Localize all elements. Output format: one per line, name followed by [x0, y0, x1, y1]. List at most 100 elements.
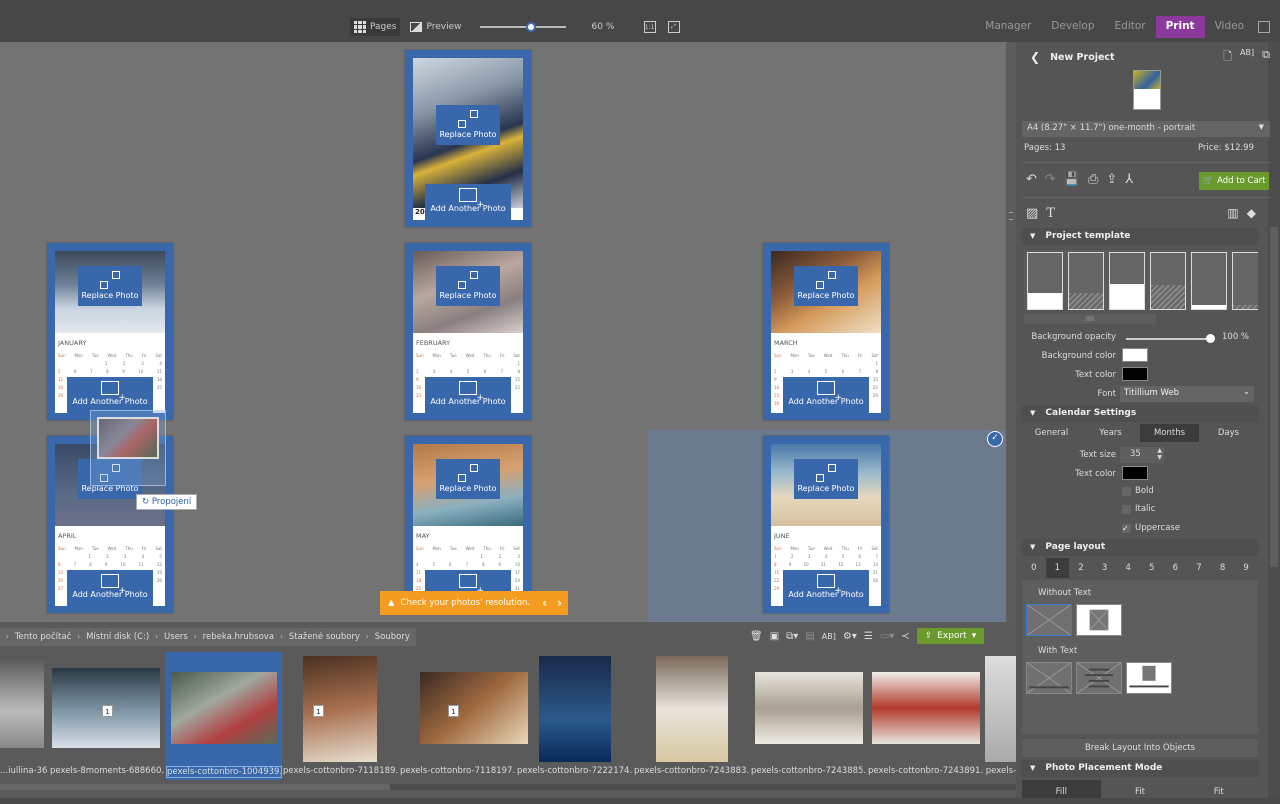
redo-icon[interactable]: ↷: [1045, 172, 1056, 187]
pdf-icon[interactable]: ⅄: [1125, 172, 1133, 187]
new-folder-icon[interactable]: ▣: [770, 631, 779, 642]
back-icon[interactable]: ❮: [1030, 50, 1040, 64]
filmstrip-scroll-thumb[interactable]: [0, 784, 390, 790]
filter-icon[interactable]: ☰: [864, 631, 873, 642]
filmstrip-thumb[interactable]: pexels-cottonbro-7243885...: [751, 652, 866, 780]
preview-view-button[interactable]: Preview: [406, 18, 465, 36]
stepper-icon[interactable]: ▲ ▼: [1157, 447, 1162, 461]
add-another-photo-button[interactable]: Add Another Photo: [425, 377, 511, 417]
template-thumb[interactable]: [1027, 252, 1063, 310]
mode-tab-print[interactable]: Print: [1155, 16, 1205, 38]
layout-framed-photo[interactable]: [1076, 604, 1122, 636]
batch-icon[interactable]: ⚙▾: [843, 631, 857, 642]
breadcrumb-item[interactable]: Tento počítač: [15, 632, 71, 642]
calendar-page-cover[interactable]: 20 Replace Photo Add Another Photo: [405, 50, 531, 227]
template-thumb[interactable]: [1191, 252, 1227, 310]
cal-text-color-swatch[interactable]: [1122, 466, 1148, 480]
replace-photo-button[interactable]: Replace Photo: [794, 459, 858, 499]
calendar-page-june[interactable]: JUNE Sun Mon Tue Wed Thu Fri Sat 1 2 3 4 5 6 7 8 9 10 11 12…: [763, 436, 889, 613]
replace-photo-button[interactable]: Replace Photo: [794, 266, 858, 306]
cal-tab-months[interactable]: Months: [1140, 424, 1199, 442]
zoom-slider-knob[interactable]: [526, 22, 537, 32]
layers-icon[interactable]: ▥: [1227, 206, 1238, 220]
layout-count-0[interactable]: 0: [1022, 558, 1046, 578]
layout-count-2[interactable]: 2: [1069, 558, 1093, 578]
photo-placement-header[interactable]: ▼ Photo Placement Mode: [1022, 760, 1258, 777]
mode-tab-develop[interactable]: Develop: [1041, 16, 1104, 38]
calendar-page-march[interactable]: MARCH Sun Mon Tue Wed Thu Fri Sat 1 2 3 4 5 6 7 8 9 15 16 2…: [763, 243, 889, 420]
insert-image-icon[interactable]: ▨: [1026, 206, 1038, 221]
layout-count-7[interactable]: 7: [1187, 558, 1211, 578]
layout-framed-caption[interactable]: [1126, 662, 1172, 694]
share-icon[interactable]: ⇪: [1106, 172, 1117, 187]
share-icon[interactable]: ≺: [901, 631, 909, 642]
canvas-scrollbar[interactable]: [1006, 42, 1016, 622]
export-button[interactable]: ⇪ Export ▾: [916, 628, 985, 644]
compare-icon[interactable]: ▭▾: [880, 631, 894, 642]
bold-checkbox[interactable]: [1122, 487, 1131, 496]
warning-prev-button[interactable]: ‹: [542, 596, 547, 610]
breadcrumb-item[interactable]: Users: [164, 632, 188, 642]
breadcrumb-item[interactable]: Místní disk (C:): [86, 632, 149, 642]
pages-view-button[interactable]: Pages: [350, 18, 401, 36]
template-thumb[interactable]: [1150, 252, 1186, 310]
rename-icon[interactable]: AB]: [1240, 48, 1254, 67]
project-template-header[interactable]: ▼ Project template: [1022, 228, 1258, 245]
replace-photo-button[interactable]: Replace Photo: [78, 266, 142, 306]
rename-icon[interactable]: AB]: [822, 632, 836, 641]
copy-icon[interactable]: ⧉▾: [786, 631, 798, 642]
panel-scroll-thumb[interactable]: [1270, 227, 1278, 567]
layout-count-6[interactable]: 6: [1164, 558, 1188, 578]
layout-count-5[interactable]: 5: [1140, 558, 1164, 578]
calendar-page-may[interactable]: MAY Sun Mon Tue Wed Thu Fri Sat 1 2 3 4 5 6 7 8 9 10 11 17 1…: [405, 436, 531, 613]
mode-tab-editor[interactable]: Editor: [1105, 16, 1156, 38]
calendar-settings-header[interactable]: ▼ Calendar Settings: [1022, 405, 1258, 422]
italic-checkbox[interactable]: [1122, 505, 1131, 514]
selected-check-icon[interactable]: ✓: [987, 431, 1003, 447]
break-layout-button[interactable]: Break Layout Into Objects: [1022, 739, 1258, 757]
cal-tab-days[interactable]: Days: [1199, 424, 1258, 442]
delete-icon[interactable]: 🗑: [750, 631, 763, 642]
filmstrip-thumb[interactable]: pexels-cottonbro-7243891...: [868, 652, 983, 780]
external-window-icon[interactable]: [1258, 21, 1270, 33]
cal-tab-general[interactable]: General: [1022, 424, 1081, 442]
bg-opacity-knob[interactable]: [1206, 334, 1215, 343]
filmstrip-thumb[interactable]: 1 pexels-8moments-688660...: [50, 652, 164, 780]
add-another-photo-button[interactable]: Add Another Photo: [67, 570, 153, 610]
add-to-cart-button[interactable]: 🛒 Add to Cart: [1199, 172, 1269, 190]
template-thumb[interactable]: [1232, 252, 1258, 310]
panel-scrollbar[interactable]: [1268, 42, 1280, 798]
text-color-swatch[interactable]: [1122, 367, 1148, 381]
filmstrip-thumb[interactable]: 1 pexels-cottonbro-7118197...: [400, 652, 528, 780]
text-size-input[interactable]: 35 ▲ ▼: [1120, 447, 1164, 463]
duplicate-icon[interactable]: ⧉: [1262, 48, 1270, 67]
dragged-photo[interactable]: [90, 410, 166, 486]
layout-count-3[interactable]: 3: [1093, 558, 1117, 578]
placement-option-fit[interactable]: Fit: [1101, 780, 1180, 798]
insert-text-icon[interactable]: T: [1046, 206, 1055, 221]
format-dropdown[interactable]: A4 (8.27" × 11.7") one-month - portrait ▼: [1022, 121, 1270, 137]
uppercase-checkbox[interactable]: ✓: [1122, 524, 1131, 533]
add-another-photo-button[interactable]: Add Another Photo: [783, 377, 869, 417]
new-page-icon[interactable]: 🗋: [1223, 48, 1232, 67]
filmstrip-scrollbar[interactable]: [0, 784, 1016, 790]
layout-photo-text-center[interactable]: [1076, 662, 1122, 694]
layout-photo-caption[interactable]: [1026, 662, 1072, 694]
page-layout-header[interactable]: ▼ Page layout: [1022, 539, 1258, 556]
template-thumb[interactable]: [1068, 252, 1104, 310]
mode-tab-manager[interactable]: Manager: [975, 16, 1041, 38]
add-another-photo-button[interactable]: Add Another Photo: [783, 570, 869, 610]
eraser-icon[interactable]: ◆: [1247, 206, 1256, 220]
layout-count-8[interactable]: 8: [1211, 558, 1235, 578]
filmstrip-thumb[interactable]: pexels-cottonbro-7222174...: [517, 652, 632, 780]
layout-count-4[interactable]: 4: [1116, 558, 1140, 578]
replace-photo-button[interactable]: Replace Photo: [436, 266, 500, 306]
template-thumb[interactable]: [1109, 252, 1145, 310]
replace-photo-button[interactable]: Replace Photo: [436, 459, 500, 499]
breadcrumb-item[interactable]: rebeka.hrubsova: [203, 632, 274, 642]
bg-opacity-slider[interactable]: [1126, 334, 1215, 343]
filmstrip-thumb[interactable]: ...iullina-36...: [0, 652, 48, 780]
calendar-page-january[interactable]: JANUARY Sun Mon Tue Wed Thu Fri Sat 1 2 3 4 5 6 7 8 9 10 1…: [47, 243, 173, 420]
placement-option-fill[interactable]: Fill: [1022, 780, 1101, 798]
layout-full-photo[interactable]: [1026, 604, 1072, 636]
